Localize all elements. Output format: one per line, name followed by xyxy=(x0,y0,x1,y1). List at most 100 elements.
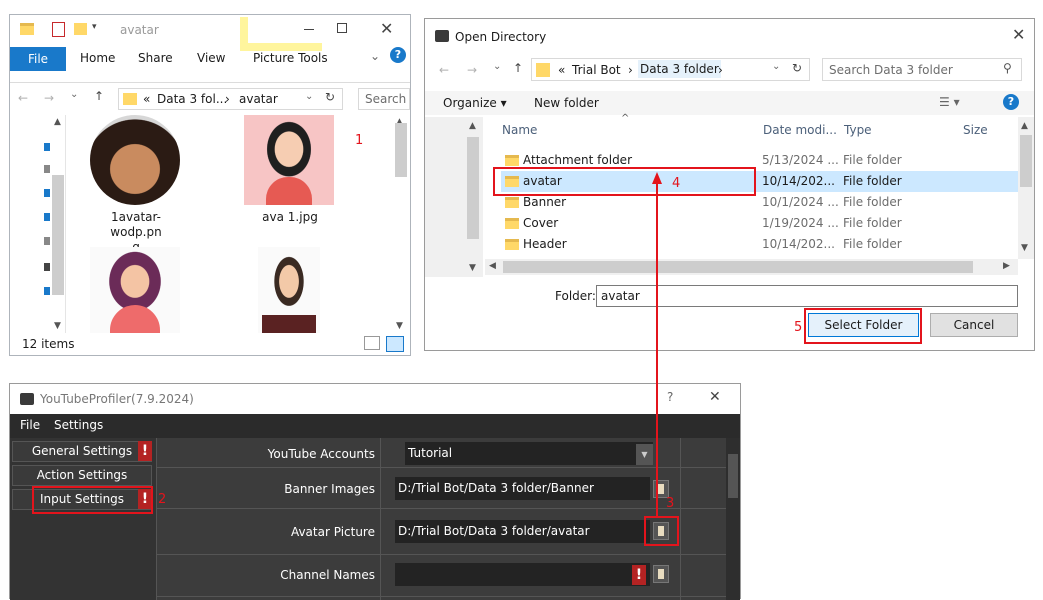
refresh-icon[interactable]: ↻ xyxy=(792,61,802,75)
menu-settings[interactable]: Settings xyxy=(54,418,103,432)
scroll-up-icon[interactable]: ▲ xyxy=(1021,121,1028,131)
minimize-button[interactable] xyxy=(304,29,314,30)
item-count: 12 items xyxy=(22,337,75,351)
search-input[interactable]: Search a xyxy=(358,88,410,110)
tab-picture-tools[interactable]: Picture Tools xyxy=(253,51,328,65)
file-item[interactable]: 1avatar-wodp.pn g xyxy=(90,115,184,254)
nav-icon[interactable] xyxy=(44,165,50,173)
ribbon-expand-icon[interactable]: ⌄ xyxy=(370,49,380,63)
breadcrumb-data3[interactable]: Data 3 fol... xyxy=(157,92,227,106)
forward-arrow-icon[interactable]: → xyxy=(467,63,477,77)
address-box[interactable]: « Data 3 fol... › avatar ⌄ ↻ xyxy=(118,88,343,110)
field-label: Channel Names xyxy=(280,568,375,582)
nav-icon[interactable] xyxy=(44,287,50,295)
banner-images-field[interactable]: D:/Trial Bot/Data 3 folder/Banner xyxy=(395,477,650,500)
maximize-button[interactable] xyxy=(337,23,347,33)
explorer-window: ▾ avatar ✕ File Home Share View Picture … xyxy=(9,14,411,356)
breadcrumb-sep: › xyxy=(718,63,723,77)
forward-arrow-icon[interactable]: → xyxy=(44,91,54,105)
scrollbar-thumb[interactable] xyxy=(395,123,407,177)
new-folder-button[interactable]: New folder xyxy=(534,96,599,110)
breadcrumb-sep: › xyxy=(225,92,230,106)
recent-dropdown-icon[interactable]: ⌄ xyxy=(493,61,501,72)
breadcrumb-chevrons[interactable]: « xyxy=(143,92,150,106)
breadcrumb-chevrons[interactable]: « xyxy=(558,63,565,77)
column-divider xyxy=(380,438,381,600)
breadcrumb-data3[interactable]: Data 3 folder xyxy=(638,60,721,78)
nav-icon[interactable] xyxy=(44,263,50,271)
up-arrow-icon[interactable]: ↑ xyxy=(94,89,104,103)
scroll-left-icon[interactable]: ◀ xyxy=(489,261,496,271)
list-hscrollbar[interactable]: ◀ ▶ xyxy=(485,259,1018,275)
youtube-accounts-select[interactable]: Tutorial xyxy=(405,442,653,465)
column-date[interactable]: Date modi... xyxy=(763,123,837,137)
close-button[interactable]: ✕ xyxy=(1012,25,1025,44)
ytp-scrollbar[interactable] xyxy=(726,438,740,600)
scroll-up-icon[interactable]: ▲ xyxy=(469,121,476,131)
tab-view[interactable]: View xyxy=(197,51,225,65)
scroll-up-icon[interactable]: ▲ xyxy=(54,117,61,127)
tab-file[interactable]: File xyxy=(10,47,66,71)
search-placeholder: Search Data 3 folder xyxy=(829,63,953,77)
back-arrow-icon[interactable]: ← xyxy=(18,91,28,105)
breadcrumb-avatar[interactable]: avatar xyxy=(239,92,278,106)
breadcrumb-trial-bot[interactable]: Trial Bot xyxy=(572,63,621,77)
scroll-right-icon[interactable]: ▶ xyxy=(1003,261,1010,271)
file-scrollbar[interactable]: ▲ ▼ xyxy=(394,115,408,333)
cancel-button[interactable]: Cancel xyxy=(930,313,1018,337)
scrollbar-thumb[interactable] xyxy=(467,137,479,239)
scrollbar-thumb[interactable] xyxy=(728,454,738,498)
scrollbar-thumb[interactable] xyxy=(52,175,64,295)
field-label: Avatar Picture xyxy=(290,525,375,539)
column-name[interactable]: Name xyxy=(502,123,537,137)
list-item[interactable]: Cover 1/19/2024 ... File folder xyxy=(501,213,1018,234)
navigation-pane[interactable]: ▲ ▼ xyxy=(10,115,66,333)
sidebar-action-settings[interactable]: Action Settings xyxy=(12,465,152,486)
properties-icon[interactable] xyxy=(52,22,65,37)
dialog-toolbar: Organize ▾ New folder ☰ ▾ ? xyxy=(425,91,1034,115)
scroll-down-icon[interactable]: ▼ xyxy=(1021,243,1028,253)
column-type[interactable]: Type xyxy=(844,123,872,137)
nav-icon[interactable] xyxy=(44,213,50,221)
dialog-navpane[interactable]: ▲ ▼ xyxy=(425,117,483,277)
help-icon[interactable]: ? xyxy=(1003,94,1019,110)
help-icon[interactable]: ? xyxy=(390,47,406,63)
search-input[interactable]: Search Data 3 folder ⚲ xyxy=(822,58,1022,81)
back-arrow-icon[interactable]: ← xyxy=(439,63,449,77)
file-item[interactable]: ava 1.jpg xyxy=(244,115,338,243)
tab-share[interactable]: Share xyxy=(138,51,173,65)
large-icons-view-icon[interactable] xyxy=(386,336,404,352)
address-dropdown-icon[interactable]: ⌄ xyxy=(305,91,313,102)
column-size[interactable]: Size xyxy=(963,123,988,137)
nav-icon[interactable] xyxy=(44,189,50,197)
address-box[interactable]: « Trial Bot › Data 3 folder › ⌄ ↻ xyxy=(531,58,810,81)
nav-icon[interactable] xyxy=(44,143,50,151)
close-button[interactable]: ✕ xyxy=(380,19,393,38)
tab-home[interactable]: Home xyxy=(80,51,115,65)
address-dropdown-icon[interactable]: ⌄ xyxy=(772,61,780,72)
close-button[interactable]: ✕ xyxy=(709,389,721,405)
channel-names-field[interactable] xyxy=(395,563,650,586)
sidebar-general-settings[interactable]: General Settings xyxy=(12,441,152,462)
avatar-picture-field[interactable]: D:/Trial Bot/Data 3 folder/avatar xyxy=(395,520,650,543)
organize-button[interactable]: Organize ▾ xyxy=(443,96,507,110)
new-folder-icon[interactable] xyxy=(74,23,87,35)
browse-folder-button[interactable] xyxy=(653,565,669,583)
avatar-thumbnail xyxy=(90,115,180,205)
details-view-icon[interactable] xyxy=(364,336,380,350)
scrollbar-thumb[interactable] xyxy=(1020,135,1032,187)
scrollbar-thumb[interactable] xyxy=(503,261,973,273)
quick-access-dropdown-icon[interactable]: ▾ xyxy=(92,22,97,32)
scroll-down-icon[interactable]: ▼ xyxy=(469,263,476,273)
search-icon[interactable]: ⚲ xyxy=(1003,61,1012,75)
list-vscrollbar[interactable]: ▲ ▼ xyxy=(1018,117,1034,259)
nav-icon[interactable] xyxy=(44,237,50,245)
scroll-down-icon[interactable]: ▼ xyxy=(54,321,61,331)
scroll-down-icon[interactable]: ▼ xyxy=(396,321,403,331)
up-arrow-icon[interactable]: ↑ xyxy=(513,61,523,75)
refresh-icon[interactable]: ↻ xyxy=(325,90,335,104)
menu-file[interactable]: File xyxy=(20,418,40,432)
view-options-icon[interactable]: ☰ ▾ xyxy=(939,95,960,109)
recent-dropdown-icon[interactable]: ⌄ xyxy=(70,89,78,100)
list-item[interactable]: Header 10/14/202... File folder xyxy=(501,234,1018,255)
